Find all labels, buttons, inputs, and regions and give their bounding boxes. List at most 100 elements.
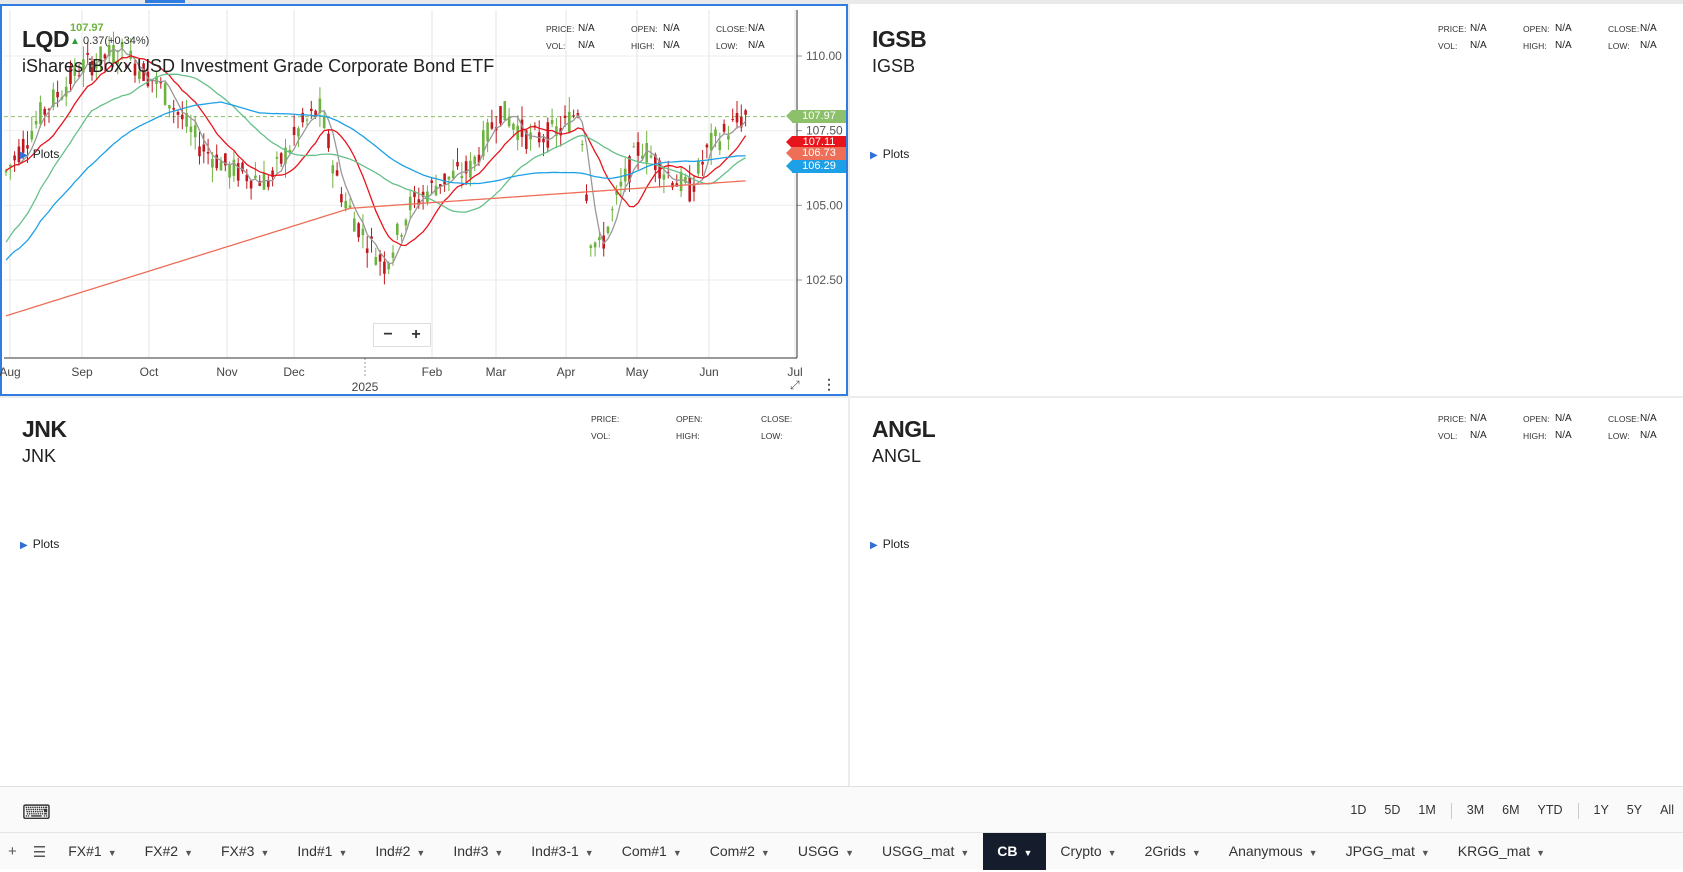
chart-panel-jnk[interactable]: JNK JNK ▶ Plots PRICE: OPEN: CLOSE: VOL: … — [0, 398, 848, 786]
tab-usgg-mat[interactable]: USGG_mat ▼ — [868, 833, 983, 870]
chart-grid: 110.00 107.50 105.00 102.50 Aug Sep Oct Nov Dec F… — [0, 4, 1683, 786]
stats-block: PRICE: N/A OPEN: N/A CLOSE: N/A VOL: N/A HIG… — [1438, 20, 1683, 54]
candle-body — [365, 248, 369, 253]
candle-body — [430, 180, 433, 183]
candle-body — [357, 223, 360, 238]
plots-label: Plots — [32, 147, 60, 161]
candle-body — [443, 173, 446, 185]
candle-body — [542, 138, 545, 143]
tab-cb[interactable]: CB ▼ — [983, 833, 1047, 870]
candle-body — [589, 245, 593, 248]
keyboard-icon[interactable]: ⌨ — [22, 800, 51, 825]
range-5y[interactable]: 5Y — [1618, 803, 1651, 819]
y-tick-label: 105.00 — [806, 198, 843, 212]
range-1d[interactable]: 1D — [1341, 803, 1375, 819]
price-tag: 107.97 — [786, 110, 846, 124]
stat-key-open: OPEN: — [631, 23, 658, 34]
chart-panel-angl[interactable]: ANGL ANGL ▶ Plots PRICE: N/A OPEN: N/A CLOS… — [850, 398, 1683, 786]
candle-body — [473, 156, 476, 165]
tab-label: Crypto — [1060, 843, 1102, 859]
tab-crypto[interactable]: Crypto ▼ — [1046, 833, 1130, 870]
tab-label: Ananymous — [1228, 843, 1303, 859]
tab-jpgg-mat[interactable]: JPGG_mat ▼ — [1332, 833, 1444, 870]
chevron-down-icon: ▼ — [584, 848, 594, 858]
more-menu-icon[interactable]: ⋮ — [822, 376, 836, 393]
tab-label: FX#3 — [221, 843, 255, 859]
candle-body — [198, 146, 201, 157]
candle-body — [383, 261, 386, 274]
chevron-down-icon: ▼ — [494, 848, 504, 858]
candle-body — [619, 181, 623, 187]
tab-fx-3[interactable]: FX#3 ▼ — [207, 833, 283, 870]
stat-key-open: OPEN: — [1523, 23, 1550, 34]
tab-usgg[interactable]: USGG ▼ — [784, 833, 868, 870]
candle-body — [374, 256, 378, 265]
stat-close: N/A — [1640, 23, 1657, 34]
ma-gray-line — [5, 47, 747, 265]
range-3m[interactable]: 3M — [1458, 803, 1493, 819]
expand-icon[interactable]: ⤢ — [790, 378, 800, 393]
tab-label: CB — [997, 843, 1018, 859]
candle-body — [228, 164, 231, 178]
chart-panel-igsb[interactable]: IGSB IGSB ▶ Plots PRICE: N/A OPEN: N/A CLOS… — [850, 4, 1683, 396]
candle-body — [585, 194, 588, 201]
range-5d[interactable]: 5D — [1375, 803, 1409, 819]
chevron-down-icon: ▼ — [1536, 848, 1546, 858]
range-all[interactable]: All — [1651, 803, 1683, 819]
range-selector: 1D 5D 1M 3M 6M YTD 1Y 5Y All — [1341, 803, 1683, 819]
tab-krgg-mat[interactable]: KRGG_mat ▼ — [1444, 833, 1559, 870]
plots-toggle[interactable]: ▶ Plots — [20, 147, 59, 161]
tab-com-1[interactable]: Com#1 ▼ — [608, 833, 696, 870]
add-tab-icon[interactable]: + — [0, 843, 25, 860]
candle-body — [344, 200, 347, 209]
candle-body — [181, 114, 184, 120]
zoom-out-button[interactable]: − — [374, 324, 402, 346]
tab-label: Ind#3-1 — [531, 843, 579, 859]
tab-ind-3[interactable]: Ind#3 ▼ — [439, 833, 517, 870]
tab-ind-1[interactable]: Ind#1 ▼ — [283, 833, 361, 870]
stat-high: N/A — [663, 40, 680, 51]
candle-body — [176, 111, 180, 115]
chart-panel-lqd[interactable]: 110.00 107.50 105.00 102.50 Aug Sep Oct Nov Dec F… — [0, 4, 848, 396]
plots-toggle[interactable]: ▶ Plots — [20, 537, 59, 551]
candle-body — [202, 144, 206, 152]
range-1y[interactable]: 1Y — [1585, 803, 1618, 819]
chevron-down-icon: ▼ — [338, 848, 348, 858]
x-tick-label: Oct — [140, 365, 159, 379]
tab-label: 2Grids — [1144, 843, 1186, 859]
candle-body — [9, 164, 12, 167]
symbol-label: JNK — [22, 416, 67, 442]
security-name: IGSB — [872, 56, 916, 76]
price-tag: 106.29 — [786, 160, 846, 174]
plots-toggle[interactable]: ▶ Plots — [870, 147, 909, 161]
tab-fx-2[interactable]: FX#2 ▼ — [131, 833, 207, 870]
candle-body — [193, 125, 197, 138]
plots-label: Plots — [882, 537, 910, 551]
candle-body — [563, 115, 567, 119]
stat-close: N/A — [1640, 413, 1657, 424]
tab-ind-2[interactable]: Ind#2 ▼ — [361, 833, 439, 870]
chevron-down-icon: ▼ — [845, 848, 854, 858]
tab-2grids[interactable]: 2Grids ▼ — [1131, 833, 1215, 870]
candle-body — [327, 133, 330, 149]
stat-key-price: PRICE: — [591, 413, 620, 424]
tab-list-icon[interactable]: ☰ — [25, 843, 54, 861]
stat-low: N/A — [1640, 40, 1657, 51]
stat-low: N/A — [748, 40, 765, 51]
candle-body — [279, 153, 283, 164]
tab-label: Ind#1 — [297, 843, 333, 859]
zoom-in-button[interactable]: + — [402, 324, 430, 346]
candle-body — [391, 252, 395, 258]
tab-ananymous[interactable]: Ananymous ▼ — [1215, 833, 1332, 870]
range-ytd[interactable]: YTD — [1529, 803, 1572, 819]
tab-fx-1[interactable]: FX#1 ▼ — [54, 833, 130, 870]
plots-toggle[interactable]: ▶ Plots — [870, 537, 909, 551]
chevron-down-icon: ▼ — [1191, 848, 1201, 858]
stat-key-close: CLOSE: — [716, 23, 748, 34]
tab-com-2[interactable]: Com#2 ▼ — [696, 833, 784, 870]
x-tick-label: Jun — [699, 365, 718, 379]
tab-ind-3-1[interactable]: Ind#3-1 ▼ — [517, 833, 607, 870]
range-1m[interactable]: 1M — [1409, 803, 1444, 819]
range-6m[interactable]: 6M — [1493, 803, 1528, 819]
candle-body — [593, 242, 597, 248]
